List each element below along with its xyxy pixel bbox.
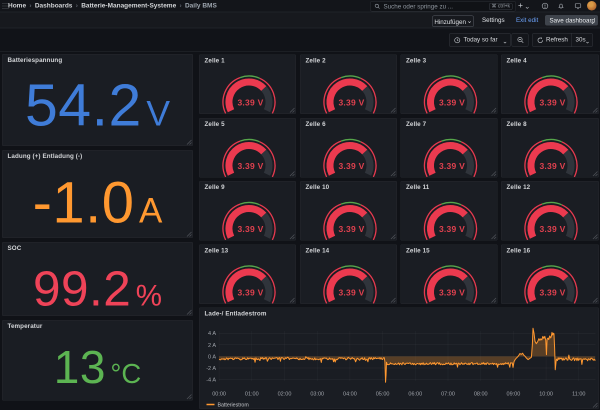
svg-text:07:00: 07:00 — [441, 392, 455, 398]
svg-text:3.39 V: 3.39 V — [539, 161, 565, 171]
svg-text:3.39 V: 3.39 V — [439, 98, 465, 108]
svg-text:Batteriestrom: Batteriestrom — [218, 403, 250, 409]
svg-text:3.39 V: 3.39 V — [338, 161, 364, 171]
svg-text:11:00: 11:00 — [572, 392, 585, 398]
svg-text:3.39 V: 3.39 V — [439, 288, 465, 298]
svg-text:3.39 V: 3.39 V — [539, 224, 565, 234]
svg-text:3.39 V: 3.39 V — [237, 98, 263, 108]
svg-text:01:00: 01:00 — [245, 392, 259, 398]
svg-text:-2 A: -2 A — [206, 366, 216, 372]
svg-text:00:00: 00:00 — [212, 392, 226, 398]
svg-text:06:00: 06:00 — [408, 392, 422, 398]
svg-text:02:00: 02:00 — [278, 392, 292, 398]
svg-text:03:00: 03:00 — [310, 392, 324, 398]
svg-text:3.39 V: 3.39 V — [237, 288, 263, 298]
svg-text:3.39 V: 3.39 V — [439, 224, 465, 234]
svg-text:3.39 V: 3.39 V — [237, 224, 263, 234]
svg-text:3.39 V: 3.39 V — [439, 161, 465, 171]
svg-text:3.39 V: 3.39 V — [237, 161, 263, 171]
svg-text:0 A: 0 A — [208, 354, 216, 360]
svg-text:08:00: 08:00 — [474, 392, 488, 398]
svg-text:10:00: 10:00 — [539, 392, 553, 398]
svg-text:3.39 V: 3.39 V — [338, 224, 364, 234]
svg-text:04:00: 04:00 — [343, 392, 357, 398]
svg-text:3.39 V: 3.39 V — [338, 98, 364, 108]
svg-text:3.39 V: 3.39 V — [338, 288, 364, 298]
svg-text:05:00: 05:00 — [376, 392, 390, 398]
svg-text:09:00: 09:00 — [507, 392, 521, 398]
svg-text:-4 A: -4 A — [206, 378, 216, 384]
svg-text:4 A: 4 A — [208, 331, 216, 337]
svg-text:3.39 V: 3.39 V — [539, 98, 565, 108]
svg-text:3.39 V: 3.39 V — [539, 288, 565, 298]
svg-text:2 A: 2 A — [208, 343, 216, 349]
